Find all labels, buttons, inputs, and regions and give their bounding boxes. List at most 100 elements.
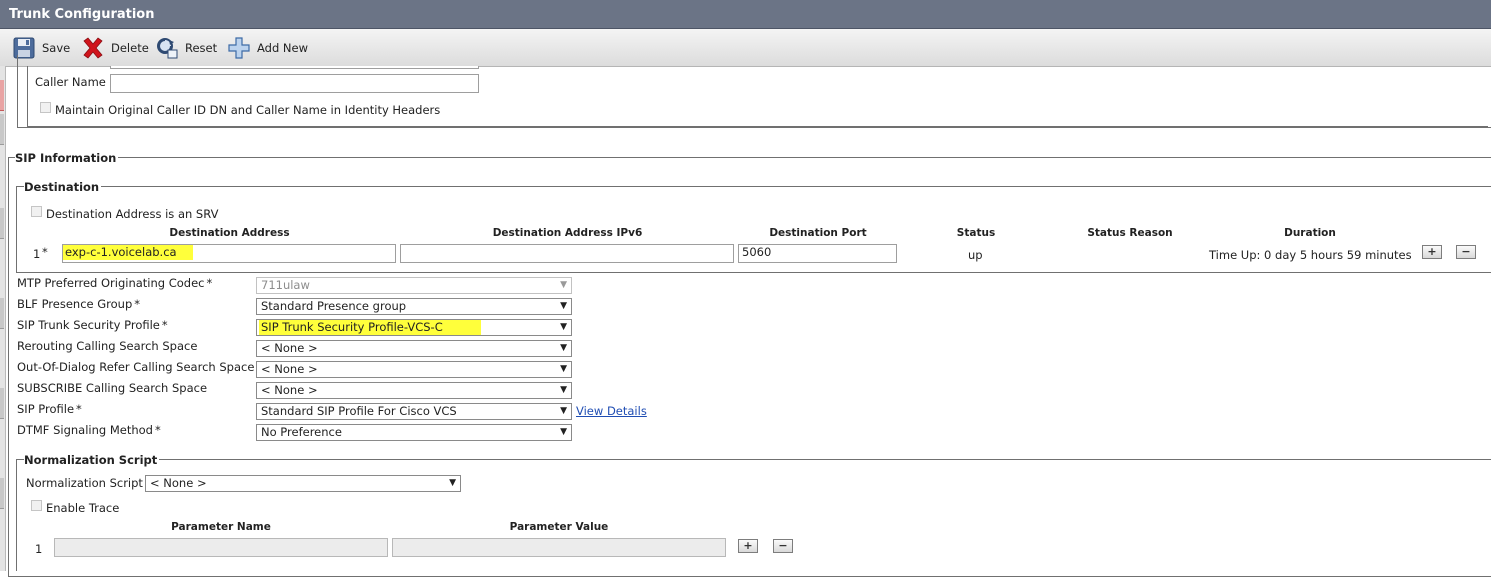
sip-profile-value: Standard SIP Profile For Cisco VCS xyxy=(261,404,457,418)
chevron-down-icon: ▼ xyxy=(560,427,567,437)
required-asterisk: * xyxy=(76,402,82,416)
caller-name-label: Caller Name xyxy=(35,75,106,89)
status-header: Status xyxy=(956,227,996,239)
add-destination-button[interactable]: + xyxy=(1422,245,1442,259)
subscribe-css-value: < None > xyxy=(261,383,318,397)
dtmf-signaling-method-label: DTMF Signaling Method * xyxy=(17,423,161,437)
subscribe-css-select[interactable]: < None > ▼ xyxy=(256,382,572,399)
strip-tab[interactable] xyxy=(0,388,4,419)
chevron-down-icon: ▼ xyxy=(560,301,567,311)
out-of-dialog-refer-css-label-text: Out-Of-Dialog Refer Calling Search Space xyxy=(17,360,255,374)
prior-field-edge xyxy=(110,66,479,69)
normalization-script-value: < None > xyxy=(150,476,207,490)
delete-label: Delete xyxy=(111,40,149,55)
maintain-caller-id-label: Maintain Original Caller ID DN and Calle… xyxy=(55,103,441,117)
dtmf-signaling-method-value: No Preference xyxy=(261,425,342,439)
sip-information-legend: SIP Information xyxy=(15,151,119,165)
maintain-caller-id-checkbox[interactable] xyxy=(40,102,51,113)
out-of-dialog-refer-css-value: < None > xyxy=(261,362,318,376)
minus-icon: − xyxy=(778,539,788,552)
blf-presence-group-label-text: BLF Presence Group xyxy=(17,297,133,311)
duration-value: Time Up: 0 day 5 hours 59 minutes xyxy=(1209,248,1412,262)
normalization-legend: Normalization Script xyxy=(24,453,160,467)
strip-tab[interactable] xyxy=(0,478,4,509)
parameter-value-header: Parameter Value xyxy=(509,521,609,533)
chevron-down-icon: ▼ xyxy=(449,478,456,488)
sip-profile-label-text: SIP Profile xyxy=(17,402,75,416)
page-title: Trunk Configuration xyxy=(0,0,1491,29)
normalization-script-select[interactable]: < None > ▼ xyxy=(145,475,461,492)
out-of-dialog-refer-css-select[interactable]: < None > ▼ xyxy=(256,361,572,378)
destination-address-header: Destination Address xyxy=(169,227,290,239)
subscribe-css-label: SUBSCRIBE Calling Search Space xyxy=(17,381,209,395)
sip-trunk-security-profile-label: SIP Trunk Security Profile * xyxy=(17,318,168,332)
dtmf-signaling-method-label-text: DTMF Signaling Method xyxy=(17,423,153,437)
destination-address-value: exp-c-1.voicelab.ca xyxy=(63,245,193,260)
save-label: Save xyxy=(42,40,71,55)
plus-icon: + xyxy=(1427,245,1437,258)
chevron-down-icon: ▼ xyxy=(560,364,567,374)
destination-port-header: Destination Port xyxy=(769,227,867,239)
subscribe-css-label-text: SUBSCRIBE Calling Search Space xyxy=(17,381,208,395)
chevron-down-icon: ▼ xyxy=(560,280,567,290)
destination-ipv6-header: Destination Address IPv6 xyxy=(492,227,643,239)
left-sidebar-strip xyxy=(0,66,6,571)
mtp-codec-value: 711ulaw xyxy=(261,278,310,292)
rerouting-css-select[interactable]: < None > ▼ xyxy=(256,340,572,357)
view-details-link[interactable]: View Details xyxy=(576,404,647,418)
destination-srv-label: Destination Address is an SRV xyxy=(46,207,219,221)
duration-header: Duration xyxy=(1284,227,1336,239)
parameter-name-input[interactable] xyxy=(54,538,388,557)
sip-trunk-security-profile-select[interactable]: SIP Trunk Security Profile-VCS-C ▼ xyxy=(256,319,572,336)
destination-ipv6-input[interactable] xyxy=(400,244,734,263)
chevron-down-icon: ▼ xyxy=(560,322,567,332)
sip-trunk-security-profile-label-text: SIP Trunk Security Profile xyxy=(17,318,160,332)
status-reason-header: Status Reason xyxy=(1087,227,1173,239)
chevron-down-icon: ▼ xyxy=(560,343,567,353)
required-asterisk: * xyxy=(206,276,213,290)
strip-tab[interactable] xyxy=(0,80,4,111)
blf-presence-group-label: BLF Presence Group * xyxy=(17,297,140,311)
rerouting-css-value: < None > xyxy=(261,341,318,355)
required-asterisk: * xyxy=(134,297,141,311)
enable-trace-checkbox[interactable] xyxy=(31,500,42,511)
destination-port-input[interactable]: 5060 xyxy=(738,244,897,263)
parameter-row-index: 1 xyxy=(35,542,43,556)
dtmf-signaling-method-select[interactable]: No Preference ▼ xyxy=(256,424,572,441)
out-of-dialog-refer-css-label: Out-Of-Dialog Refer Calling Search Space xyxy=(17,360,256,374)
chevron-down-icon: ▼ xyxy=(560,385,567,395)
blf-presence-group-value: Standard Presence group xyxy=(261,299,407,313)
add-new-label: Add New xyxy=(257,40,309,55)
parameter-value-input[interactable] xyxy=(392,538,726,557)
mtp-codec-label-text: MTP Preferred Originating Codec xyxy=(17,276,205,290)
mtp-codec-select[interactable]: 711ulaw ▼ xyxy=(256,277,572,294)
reset-label: Reset xyxy=(185,40,218,55)
enable-trace-label: Enable Trace xyxy=(46,501,120,515)
minus-icon: − xyxy=(1461,245,1471,258)
sip-profile-select[interactable]: Standard SIP Profile For Cisco VCS ▼ xyxy=(256,403,572,420)
remove-destination-button[interactable]: − xyxy=(1456,245,1476,259)
remove-parameter-button[interactable]: − xyxy=(773,539,793,553)
required-asterisk: * xyxy=(42,245,48,259)
rerouting-css-label-text: Rerouting Calling Search Space xyxy=(17,339,198,353)
chevron-down-icon: ▼ xyxy=(560,406,567,416)
add-parameter-button[interactable]: + xyxy=(738,539,758,553)
caller-name-input[interactable] xyxy=(110,74,479,93)
strip-tab[interactable] xyxy=(0,114,4,145)
sip-profile-label: SIP Profile * xyxy=(17,402,82,416)
destination-srv-checkbox[interactable] xyxy=(31,206,42,217)
destination-address-input[interactable]: exp-c-1.voicelab.ca xyxy=(62,244,396,263)
destination-row-index: 1 xyxy=(33,247,41,261)
strip-tab[interactable] xyxy=(0,208,4,239)
normalization-script-label: Normalization Script xyxy=(26,476,143,490)
required-asterisk: * xyxy=(154,423,161,437)
mtp-codec-label: MTP Preferred Originating Codec * xyxy=(17,276,212,290)
rerouting-css-label: Rerouting Calling Search Space xyxy=(17,339,199,353)
status-value: up xyxy=(968,248,983,262)
required-asterisk: * xyxy=(161,318,168,332)
destination-legend: Destination xyxy=(24,180,102,194)
sip-trunk-security-profile-value: SIP Trunk Security Profile-VCS-C xyxy=(259,320,481,335)
plus-icon: + xyxy=(743,539,753,552)
blf-presence-group-select[interactable]: Standard Presence group ▼ xyxy=(256,298,572,315)
strip-tab[interactable] xyxy=(0,298,4,329)
